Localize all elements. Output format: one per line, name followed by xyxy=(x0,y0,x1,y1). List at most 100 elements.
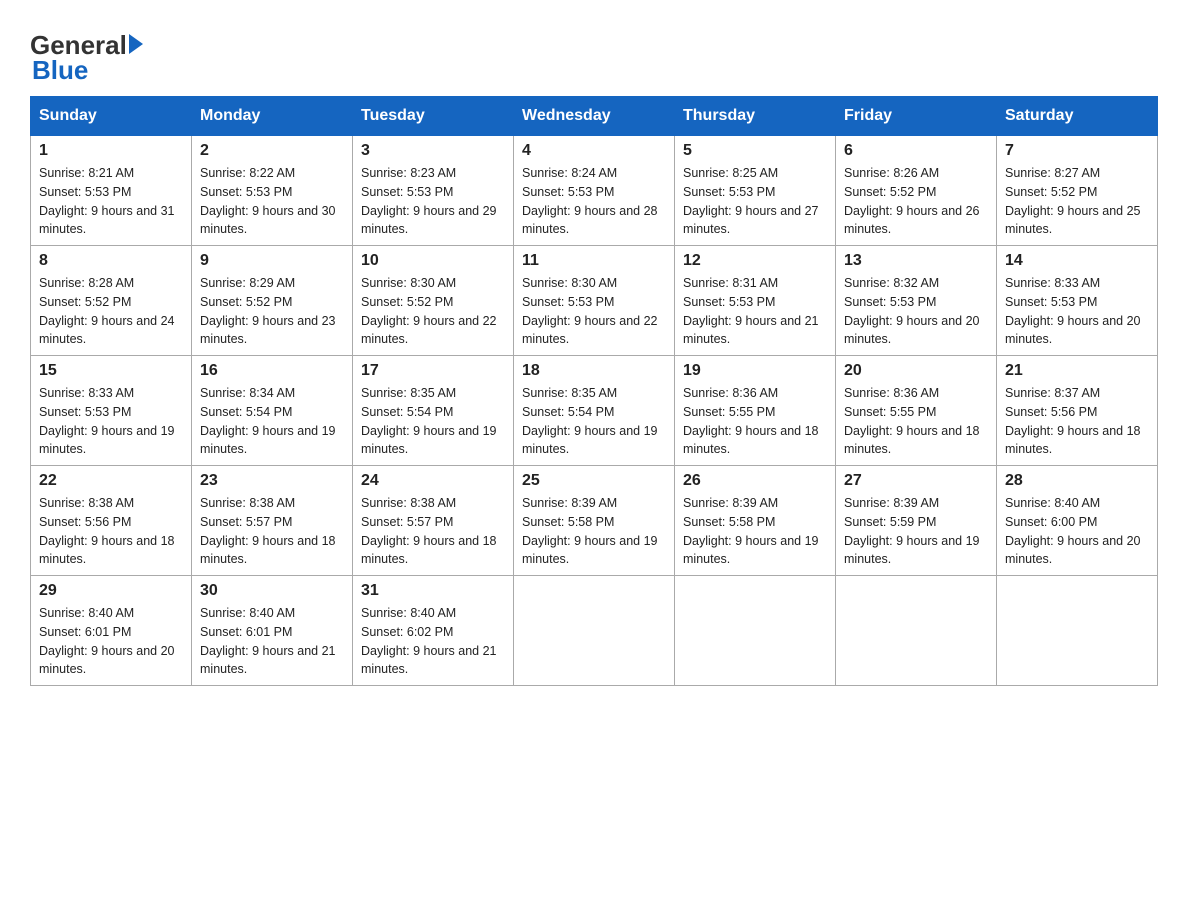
calendar-day-cell: 27 Sunrise: 8:39 AM Sunset: 5:59 PM Dayl… xyxy=(836,466,997,576)
calendar-day-cell: 21 Sunrise: 8:37 AM Sunset: 5:56 PM Dayl… xyxy=(997,356,1158,466)
day-number: 5 xyxy=(683,142,827,160)
calendar-week-row: 22 Sunrise: 8:38 AM Sunset: 5:56 PM Dayl… xyxy=(31,466,1158,576)
calendar-day-cell: 30 Sunrise: 8:40 AM Sunset: 6:01 PM Dayl… xyxy=(192,576,353,686)
calendar-day-cell: 8 Sunrise: 8:28 AM Sunset: 5:52 PM Dayli… xyxy=(31,246,192,356)
day-info: Sunrise: 8:40 AM Sunset: 6:01 PM Dayligh… xyxy=(39,604,183,679)
calendar-day-cell: 16 Sunrise: 8:34 AM Sunset: 5:54 PM Dayl… xyxy=(192,356,353,466)
weekday-header-friday: Friday xyxy=(836,97,997,136)
weekday-header-thursday: Thursday xyxy=(675,97,836,136)
logo-blue-text: Blue xyxy=(30,55,143,86)
day-number: 2 xyxy=(200,142,344,160)
calendar-day-cell: 2 Sunrise: 8:22 AM Sunset: 5:53 PM Dayli… xyxy=(192,136,353,246)
calendar-day-cell: 1 Sunrise: 8:21 AM Sunset: 5:53 PM Dayli… xyxy=(31,136,192,246)
calendar-day-cell: 15 Sunrise: 8:33 AM Sunset: 5:53 PM Dayl… xyxy=(31,356,192,466)
day-info: Sunrise: 8:25 AM Sunset: 5:53 PM Dayligh… xyxy=(683,164,827,239)
calendar-week-row: 15 Sunrise: 8:33 AM Sunset: 5:53 PM Dayl… xyxy=(31,356,1158,466)
day-info: Sunrise: 8:33 AM Sunset: 5:53 PM Dayligh… xyxy=(39,384,183,459)
day-number: 30 xyxy=(200,582,344,600)
calendar-day-cell xyxy=(836,576,997,686)
calendar-day-cell: 3 Sunrise: 8:23 AM Sunset: 5:53 PM Dayli… xyxy=(353,136,514,246)
day-info: Sunrise: 8:30 AM Sunset: 5:53 PM Dayligh… xyxy=(522,274,666,349)
day-info: Sunrise: 8:35 AM Sunset: 5:54 PM Dayligh… xyxy=(522,384,666,459)
day-number: 28 xyxy=(1005,472,1149,490)
calendar-day-cell: 24 Sunrise: 8:38 AM Sunset: 5:57 PM Dayl… xyxy=(353,466,514,576)
page-header: General Blue xyxy=(30,20,1158,86)
day-number: 14 xyxy=(1005,252,1149,270)
day-number: 13 xyxy=(844,252,988,270)
calendar-week-row: 29 Sunrise: 8:40 AM Sunset: 6:01 PM Dayl… xyxy=(31,576,1158,686)
day-info: Sunrise: 8:26 AM Sunset: 5:52 PM Dayligh… xyxy=(844,164,988,239)
day-info: Sunrise: 8:38 AM Sunset: 5:56 PM Dayligh… xyxy=(39,494,183,569)
calendar-day-cell: 25 Sunrise: 8:39 AM Sunset: 5:58 PM Dayl… xyxy=(514,466,675,576)
day-info: Sunrise: 8:39 AM Sunset: 5:59 PM Dayligh… xyxy=(844,494,988,569)
day-number: 19 xyxy=(683,362,827,380)
day-info: Sunrise: 8:40 AM Sunset: 6:01 PM Dayligh… xyxy=(200,604,344,679)
day-number: 26 xyxy=(683,472,827,490)
day-number: 3 xyxy=(361,142,505,160)
day-number: 15 xyxy=(39,362,183,380)
calendar-day-cell: 9 Sunrise: 8:29 AM Sunset: 5:52 PM Dayli… xyxy=(192,246,353,356)
weekday-header-saturday: Saturday xyxy=(997,97,1158,136)
day-number: 11 xyxy=(522,252,666,270)
day-number: 17 xyxy=(361,362,505,380)
calendar-day-cell: 19 Sunrise: 8:36 AM Sunset: 5:55 PM Dayl… xyxy=(675,356,836,466)
calendar-day-cell: 18 Sunrise: 8:35 AM Sunset: 5:54 PM Dayl… xyxy=(514,356,675,466)
calendar-day-cell: 14 Sunrise: 8:33 AM Sunset: 5:53 PM Dayl… xyxy=(997,246,1158,356)
day-number: 23 xyxy=(200,472,344,490)
calendar-day-cell: 6 Sunrise: 8:26 AM Sunset: 5:52 PM Dayli… xyxy=(836,136,997,246)
day-number: 10 xyxy=(361,252,505,270)
calendar-day-cell: 7 Sunrise: 8:27 AM Sunset: 5:52 PM Dayli… xyxy=(997,136,1158,246)
day-info: Sunrise: 8:21 AM Sunset: 5:53 PM Dayligh… xyxy=(39,164,183,239)
logo-arrow-icon xyxy=(129,34,143,54)
day-info: Sunrise: 8:33 AM Sunset: 5:53 PM Dayligh… xyxy=(1005,274,1149,349)
calendar-day-cell xyxy=(997,576,1158,686)
calendar-body: 1 Sunrise: 8:21 AM Sunset: 5:53 PM Dayli… xyxy=(31,136,1158,686)
calendar-day-cell: 26 Sunrise: 8:39 AM Sunset: 5:58 PM Dayl… xyxy=(675,466,836,576)
day-number: 7 xyxy=(1005,142,1149,160)
day-info: Sunrise: 8:36 AM Sunset: 5:55 PM Dayligh… xyxy=(844,384,988,459)
day-info: Sunrise: 8:35 AM Sunset: 5:54 PM Dayligh… xyxy=(361,384,505,459)
day-info: Sunrise: 8:38 AM Sunset: 5:57 PM Dayligh… xyxy=(200,494,344,569)
day-number: 31 xyxy=(361,582,505,600)
day-info: Sunrise: 8:22 AM Sunset: 5:53 PM Dayligh… xyxy=(200,164,344,239)
day-info: Sunrise: 8:40 AM Sunset: 6:02 PM Dayligh… xyxy=(361,604,505,679)
day-number: 18 xyxy=(522,362,666,380)
calendar-day-cell: 29 Sunrise: 8:40 AM Sunset: 6:01 PM Dayl… xyxy=(31,576,192,686)
day-info: Sunrise: 8:30 AM Sunset: 5:52 PM Dayligh… xyxy=(361,274,505,349)
calendar-day-cell xyxy=(514,576,675,686)
day-number: 21 xyxy=(1005,362,1149,380)
weekday-header-monday: Monday xyxy=(192,97,353,136)
day-number: 25 xyxy=(522,472,666,490)
weekday-header-wednesday: Wednesday xyxy=(514,97,675,136)
calendar-day-cell: 31 Sunrise: 8:40 AM Sunset: 6:02 PM Dayl… xyxy=(353,576,514,686)
day-number: 6 xyxy=(844,142,988,160)
day-info: Sunrise: 8:37 AM Sunset: 5:56 PM Dayligh… xyxy=(1005,384,1149,459)
day-number: 4 xyxy=(522,142,666,160)
day-info: Sunrise: 8:39 AM Sunset: 5:58 PM Dayligh… xyxy=(522,494,666,569)
weekday-header-tuesday: Tuesday xyxy=(353,97,514,136)
day-info: Sunrise: 8:29 AM Sunset: 5:52 PM Dayligh… xyxy=(200,274,344,349)
weekday-header-sunday: Sunday xyxy=(31,97,192,136)
calendar-day-cell: 22 Sunrise: 8:38 AM Sunset: 5:56 PM Dayl… xyxy=(31,466,192,576)
day-number: 29 xyxy=(39,582,183,600)
day-info: Sunrise: 8:40 AM Sunset: 6:00 PM Dayligh… xyxy=(1005,494,1149,569)
day-number: 12 xyxy=(683,252,827,270)
day-info: Sunrise: 8:34 AM Sunset: 5:54 PM Dayligh… xyxy=(200,384,344,459)
calendar-day-cell: 23 Sunrise: 8:38 AM Sunset: 5:57 PM Dayl… xyxy=(192,466,353,576)
day-number: 16 xyxy=(200,362,344,380)
day-number: 9 xyxy=(200,252,344,270)
day-info: Sunrise: 8:32 AM Sunset: 5:53 PM Dayligh… xyxy=(844,274,988,349)
day-number: 20 xyxy=(844,362,988,380)
day-info: Sunrise: 8:24 AM Sunset: 5:53 PM Dayligh… xyxy=(522,164,666,239)
calendar-day-cell: 5 Sunrise: 8:25 AM Sunset: 5:53 PM Dayli… xyxy=(675,136,836,246)
day-number: 24 xyxy=(361,472,505,490)
day-info: Sunrise: 8:36 AM Sunset: 5:55 PM Dayligh… xyxy=(683,384,827,459)
calendar-day-cell: 13 Sunrise: 8:32 AM Sunset: 5:53 PM Dayl… xyxy=(836,246,997,356)
day-number: 27 xyxy=(844,472,988,490)
weekday-header-row: SundayMondayTuesdayWednesdayThursdayFrid… xyxy=(31,97,1158,136)
day-info: Sunrise: 8:27 AM Sunset: 5:52 PM Dayligh… xyxy=(1005,164,1149,239)
calendar-day-cell: 12 Sunrise: 8:31 AM Sunset: 5:53 PM Dayl… xyxy=(675,246,836,356)
day-info: Sunrise: 8:23 AM Sunset: 5:53 PM Dayligh… xyxy=(361,164,505,239)
calendar-day-cell: 20 Sunrise: 8:36 AM Sunset: 5:55 PM Dayl… xyxy=(836,356,997,466)
day-number: 22 xyxy=(39,472,183,490)
